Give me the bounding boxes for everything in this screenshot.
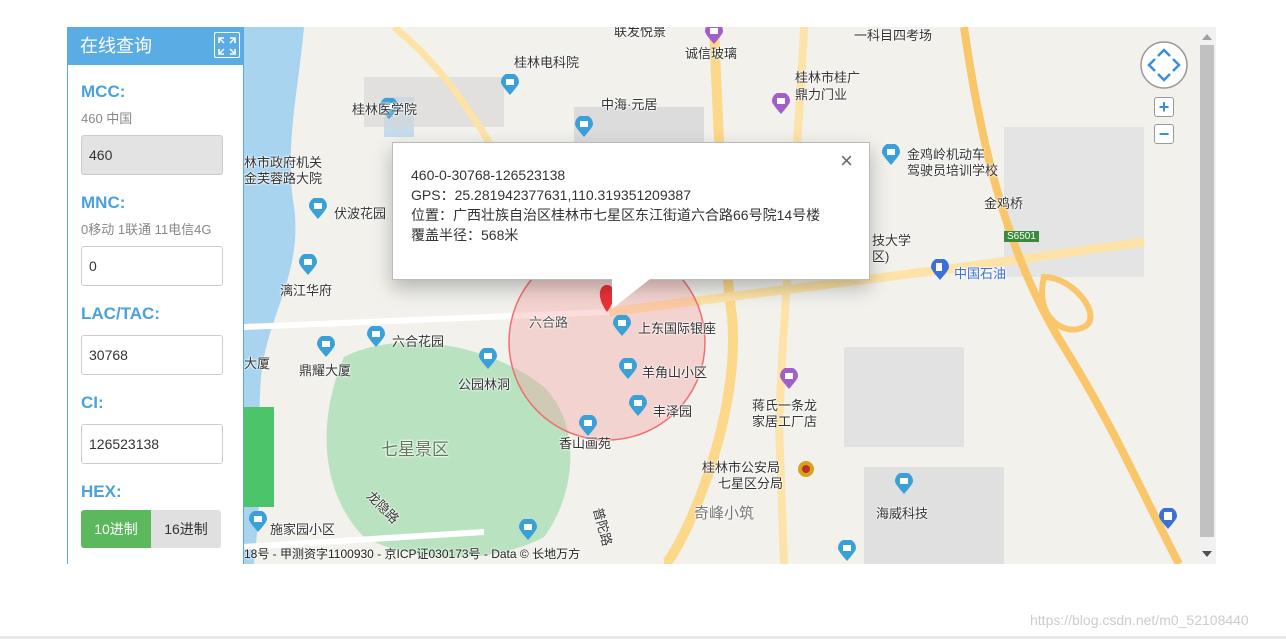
vertical-scrollbar[interactable]	[1198, 27, 1216, 564]
map-label: 上东国际银座	[638, 321, 717, 336]
map-label: 中国石油	[954, 266, 1007, 281]
hex-option[interactable]: 16进制	[151, 510, 221, 548]
map-label: 金鸡桥	[984, 196, 1024, 211]
map-label: 桂林电科院	[514, 55, 580, 70]
poi-pin-purple-icon[interactable]	[779, 368, 799, 390]
poi-pin-icon[interactable]	[618, 358, 638, 380]
map-label: 六合花园	[392, 334, 445, 349]
lac-label: LAC/TAC:	[81, 304, 160, 323]
map-label: 中海·元居	[601, 97, 658, 112]
lac-field[interactable]: 30768	[81, 335, 223, 375]
info-popup: 460-0-30768-126523138 GPS：25.28194237763…	[392, 142, 870, 280]
poi-pin-icon[interactable]	[500, 74, 520, 96]
query-panel: 在线查询 MCC: 460 中国 460 MNC: 0移动 1联通 11电信4G…	[67, 27, 244, 564]
green-strip	[244, 407, 274, 507]
poi-pin-icon[interactable]	[881, 144, 901, 166]
highway-shield: S6501	[1004, 231, 1039, 242]
watermark: https://blog.csdn.net/m0_52108440	[1030, 612, 1249, 628]
map-label: 桂林医学院	[352, 102, 418, 117]
close-icon[interactable]: ×	[840, 150, 853, 172]
map-label: 一科目四考场	[854, 28, 933, 43]
poi-pin-icon[interactable]	[248, 511, 268, 533]
police-emblem-icon[interactable]	[796, 459, 816, 481]
zoom-out-button[interactable]: −	[1154, 124, 1174, 144]
ci-label: CI:	[81, 393, 104, 412]
map-label: 奇峰小筑	[694, 505, 755, 522]
map-label: 鼎力门业	[795, 87, 848, 102]
map-label: 家居工厂店	[752, 414, 818, 429]
poi-pin-icon[interactable]	[518, 519, 538, 541]
map-label: 驾驶员培训学校	[907, 163, 999, 178]
mnc-label: MNC:	[81, 193, 126, 212]
map-label: 六合路	[529, 315, 569, 330]
pan-control-icon[interactable]	[1139, 40, 1189, 90]
map-label: 香山画苑	[559, 436, 612, 451]
poi-pin-icon[interactable]	[628, 395, 648, 417]
map-view[interactable]: 联发悦景 诚信玻璃 一科目四考场 桂林电科院 桂林市桂广 鼎力门业 桂林医学院 …	[244, 27, 1198, 564]
map-label: 七星景区	[381, 440, 449, 459]
decimal-option[interactable]: 10进制	[81, 510, 151, 548]
popup-cell-id: 460-0-30768-126523138	[411, 167, 566, 183]
map-label: 公园林洞	[458, 377, 511, 392]
poi-pin-icon[interactable]	[298, 254, 318, 276]
building-block	[844, 347, 964, 447]
parking-icon[interactable]	[1158, 508, 1178, 530]
map-label: 羊角山小区	[642, 365, 708, 380]
popup-gps: GPS：25.281942377631,110.319351209387	[411, 187, 691, 203]
expand-icon[interactable]	[214, 32, 240, 58]
map-label: 大厦	[244, 356, 271, 371]
map-copyright: 18号 - 甲测资字1100930 - 京ICP证030173号 - Data …	[244, 547, 581, 561]
popup-tail	[612, 279, 650, 309]
popup-address: 位置：广西壮族自治区桂林市七星区东江街道六合路66号院14号楼	[411, 207, 821, 223]
scroll-down-icon[interactable]	[1202, 551, 1212, 557]
poi-pin-icon[interactable]	[478, 348, 498, 370]
panel-header: 在线查询	[68, 27, 243, 65]
popup-radius: 覆盖半径：568米	[411, 227, 519, 243]
mcc-field[interactable]: 460	[81, 135, 223, 175]
poi-pin-icon[interactable]	[612, 315, 632, 337]
poi-pin-icon[interactable]	[574, 116, 594, 138]
scroll-up-icon[interactable]	[1202, 34, 1212, 40]
poi-pin-icon[interactable]	[837, 540, 857, 562]
map-label: 丰泽园	[653, 404, 693, 419]
gas-station-icon[interactable]	[930, 259, 950, 281]
map-label: 诚信玻璃	[685, 46, 738, 61]
poi-pin-icon[interactable]	[316, 336, 336, 358]
map-label: 鼎耀大厦	[299, 363, 352, 378]
mnc-field[interactable]: 0	[81, 246, 223, 286]
poi-pin-icon[interactable]	[894, 473, 914, 495]
scroll-thumb[interactable]	[1200, 45, 1214, 537]
mnc-hint: 0移动 1联通 11电信4G	[81, 222, 212, 237]
map-label: 金芙蓉路大院	[244, 171, 323, 186]
poi-pin-purple-icon[interactable]	[771, 93, 791, 115]
zoom-in-button[interactable]: +	[1154, 97, 1174, 117]
map-label: 漓江华府	[280, 283, 333, 298]
map-label: 区)	[872, 249, 890, 264]
map-label: 施家园小区	[270, 522, 336, 537]
map-label: 七星区分局	[718, 476, 784, 491]
panel-title: 在线查询	[80, 36, 152, 56]
poi-pin-icon[interactable]	[308, 198, 328, 220]
map-label: 海威科技	[876, 506, 929, 521]
mcc-hint: 460 中国	[81, 111, 133, 126]
hex-label: HEX:	[81, 482, 122, 501]
ci-field[interactable]: 126523138	[81, 424, 223, 464]
poi-pin-icon[interactable]	[366, 326, 386, 348]
map-label: 联发悦景	[614, 27, 667, 39]
hex-toggle: 10进制 16进制	[81, 510, 221, 548]
map-label: 伏波花园	[334, 206, 387, 221]
mcc-label: MCC:	[81, 82, 126, 101]
